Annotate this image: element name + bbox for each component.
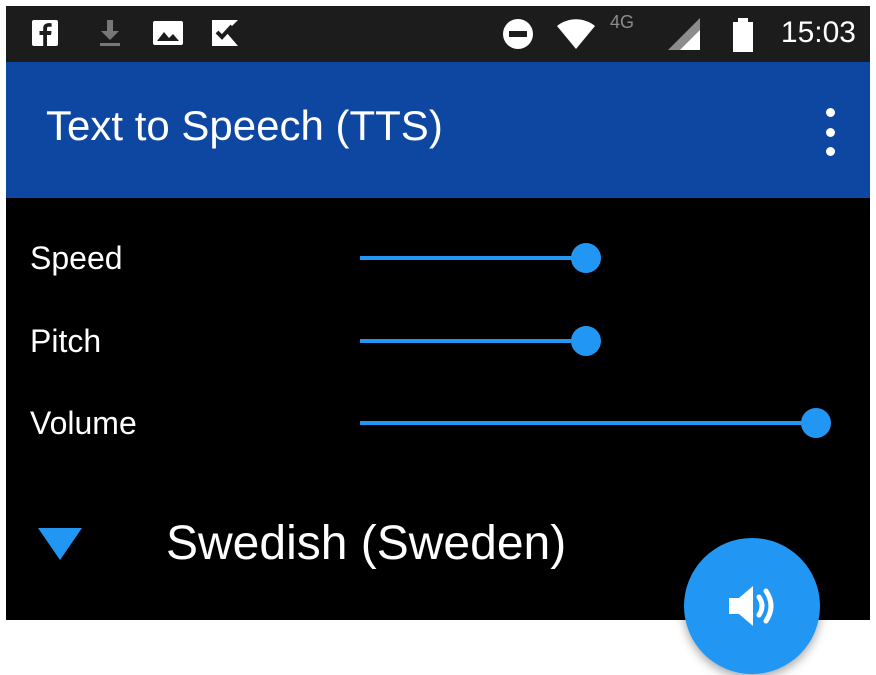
volume-slider-track <box>360 421 816 425</box>
speed-label: Speed <box>30 240 123 276</box>
volume-slider-thumb[interactable] <box>800 408 831 438</box>
pitch-slider-track <box>360 339 586 343</box>
battery-icon <box>733 18 753 52</box>
app-bar: Text to Speech (TTS) <box>6 62 870 198</box>
speed-slider-thumb[interactable] <box>570 243 601 273</box>
more-vert-icon[interactable] <box>818 108 842 156</box>
speed-row: Speed <box>6 228 870 288</box>
wifi-icon <box>557 19 595 49</box>
do-not-disturb-icon <box>503 19 533 49</box>
speaker-icon <box>729 586 774 626</box>
check-flag-icon <box>212 20 238 46</box>
language-label: Swedish (Sweden) <box>166 517 567 570</box>
dropdown-triangle-icon <box>38 528 82 560</box>
speed-slider-track <box>360 256 586 260</box>
image-icon <box>153 21 183 45</box>
status-bar: 4G 15:03 <box>6 6 870 62</box>
facebook-icon <box>32 20 58 46</box>
speed-slider[interactable] <box>360 243 830 273</box>
pitch-label: Pitch <box>30 323 102 359</box>
screen: 4G 15:03 Text to Speech (TTS) Speed Pitc… <box>0 0 876 675</box>
pitch-slider[interactable] <box>360 326 830 356</box>
signal-icon <box>668 18 700 50</box>
download-icon <box>100 20 120 46</box>
volume-row: Volume <box>6 393 870 453</box>
volume-label: Volume <box>30 405 137 441</box>
status-time: 15:03 <box>780 16 856 49</box>
app-title: Text to Speech (TTS) <box>46 102 443 149</box>
pitch-slider-thumb[interactable] <box>570 326 601 356</box>
speak-button[interactable] <box>684 538 820 674</box>
volume-slider[interactable] <box>360 408 831 438</box>
pitch-row: Pitch <box>6 311 870 371</box>
network-type-label: 4G <box>610 12 635 32</box>
